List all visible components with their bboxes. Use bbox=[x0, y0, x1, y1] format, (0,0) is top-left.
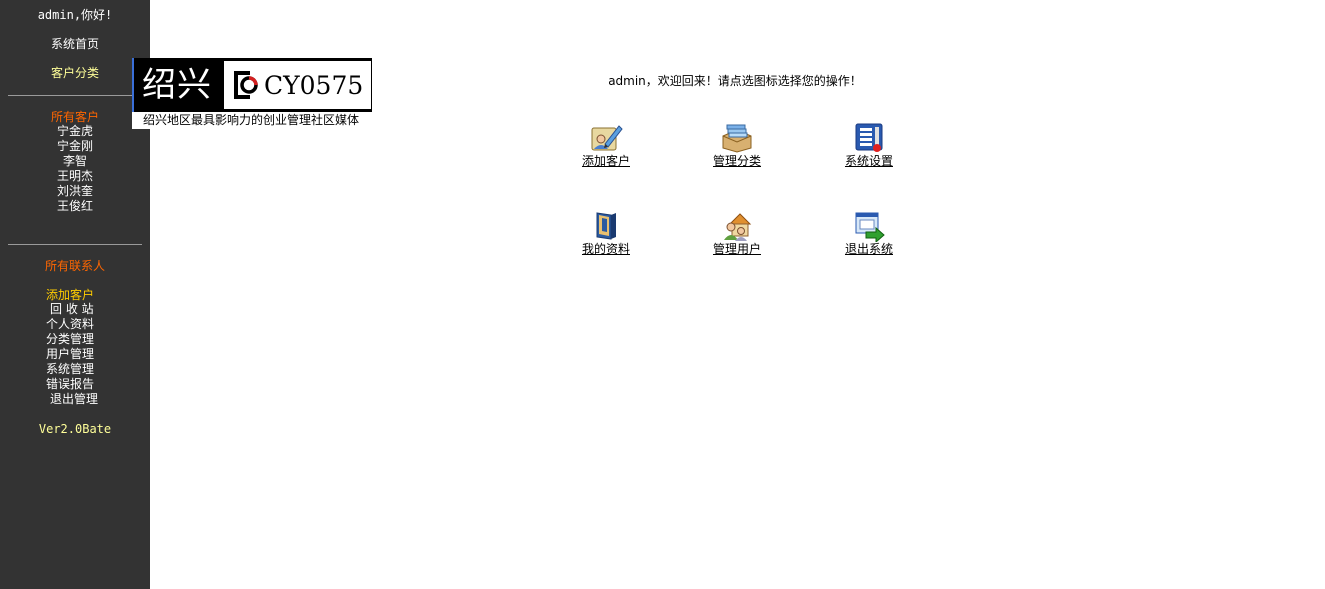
sidebar-item-home[interactable]: 系统首页 bbox=[0, 37, 150, 52]
site-logo[interactable]: 绍兴 CY0575 绍兴地区最具影响力的创业管理社区媒体 bbox=[132, 58, 372, 129]
sidebar-item-system-management[interactable]: 系统管理 bbox=[46, 362, 98, 377]
greeting: admin,你好! bbox=[37, 8, 113, 22]
sidebar-item-profile[interactable]: 个人资料 bbox=[46, 317, 98, 332]
add-customer-label[interactable]: 添加客户 bbox=[561, 154, 651, 168]
sidebar-item-user-management[interactable]: 用户管理 bbox=[46, 347, 98, 362]
system-settings-icon bbox=[855, 123, 883, 152]
sidebar-item-all-customers[interactable]: 所有客户 bbox=[0, 110, 150, 125]
sidebar-item-error-report[interactable]: 错误报告 bbox=[46, 377, 98, 392]
manage-category-button[interactable]: 管理分类 bbox=[692, 122, 782, 168]
manage-users-button[interactable]: 管理用户 bbox=[692, 210, 782, 256]
sidebar-item-add-customer[interactable]: 添加客户 bbox=[46, 288, 94, 303]
system-settings-label[interactable]: 系统设置 bbox=[824, 154, 914, 168]
system-settings-button[interactable]: 系统设置 bbox=[824, 122, 914, 168]
sidebar-item-logout[interactable]: 退出管理 bbox=[46, 392, 98, 407]
manage-users-label[interactable]: 管理用户 bbox=[692, 242, 782, 256]
manage-users-icon bbox=[724, 213, 752, 241]
list-item[interactable]: 王俊红 bbox=[0, 199, 150, 214]
my-profile-icon bbox=[596, 212, 616, 240]
logo-tagline: 绍兴地区最具影响力的创业管理社区媒体 bbox=[132, 112, 372, 129]
sidebar-item-category-management[interactable]: 分类管理 bbox=[46, 332, 98, 347]
list-item[interactable]: 宁金虎 bbox=[0, 124, 150, 139]
list-item[interactable]: 王明杰 bbox=[0, 169, 150, 184]
add-customer-icon bbox=[591, 125, 623, 151]
logout-icon bbox=[855, 212, 885, 242]
list-item[interactable]: 刘洪奎 bbox=[0, 184, 150, 199]
list-item[interactable]: 宁金刚 bbox=[0, 139, 150, 154]
list-item[interactable]: 李智 bbox=[0, 154, 150, 169]
version-label: Ver2.0Bate bbox=[38, 422, 112, 436]
logout-label[interactable]: 退出系统 bbox=[824, 242, 914, 256]
manage-category-icon bbox=[722, 124, 752, 153]
my-profile-label[interactable]: 我的资料 bbox=[561, 242, 651, 256]
my-profile-button[interactable]: 我的资料 bbox=[561, 210, 651, 256]
sidebar-item-all-contacts[interactable]: 所有联系人 bbox=[0, 259, 150, 274]
welcome-message: admin，欢迎回来！请点选图标选择您的操作！ bbox=[608, 74, 862, 88]
customer-list: 宁金虎 宁金刚 李智 王明杰 刘洪奎 王俊红 bbox=[0, 124, 150, 214]
logout-button[interactable]: 退出系统 bbox=[824, 210, 914, 256]
divider bbox=[8, 244, 142, 245]
add-customer-button[interactable]: 添加客户 bbox=[561, 122, 651, 168]
sidebar-item-recycle-bin[interactable]: 回 收 站 bbox=[46, 302, 98, 317]
manage-category-label[interactable]: 管理分类 bbox=[692, 154, 782, 168]
sidebar-menu: 回 收 站 个人资料 分类管理 用户管理 系统管理 错误报告 退出管理 bbox=[46, 302, 98, 407]
divider bbox=[8, 95, 142, 96]
